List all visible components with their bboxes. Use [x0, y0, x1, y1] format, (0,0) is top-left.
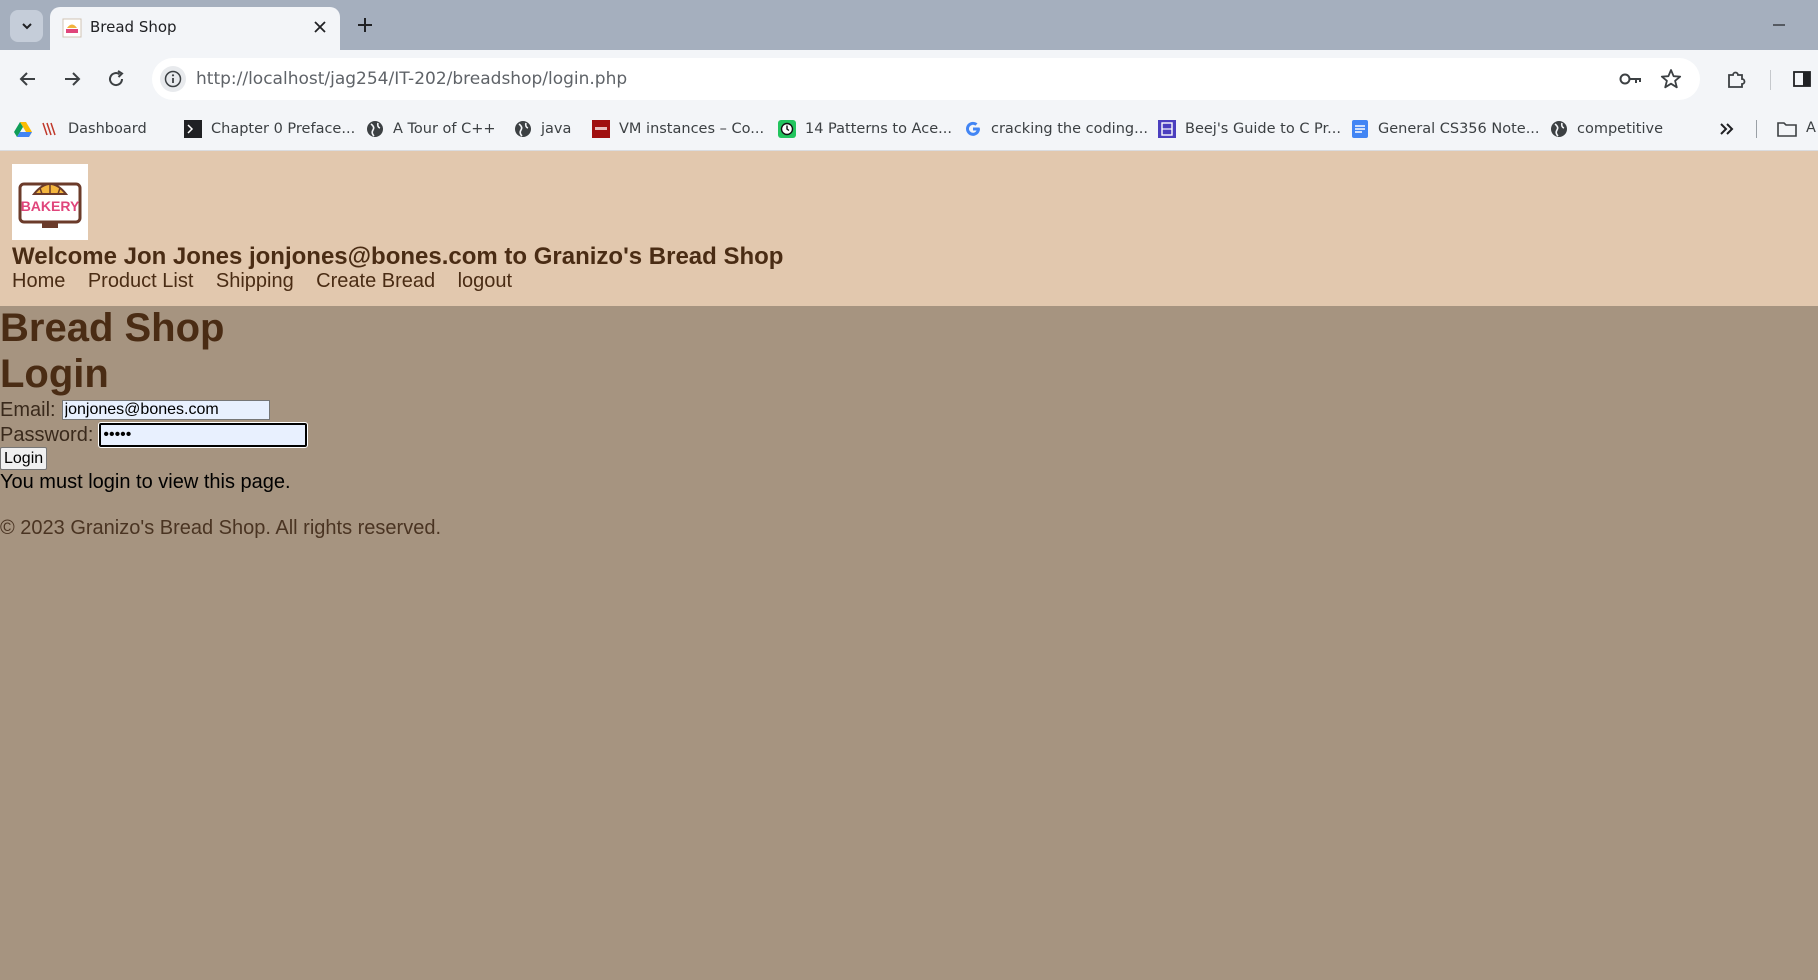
- login-required-message: You must login to view this page.: [0, 471, 291, 493]
- address-bar[interactable]: http://localhost/jag254/IT-202/breadshop…: [152, 58, 1700, 100]
- logo-text: BAKERY: [21, 198, 80, 214]
- side-panel-icon: [1793, 71, 1811, 87]
- bookmark-cracking-the-coding[interactable]: cracking the coding...: [964, 117, 1148, 141]
- bookmark-dashboard[interactable]: Dashboard: [14, 117, 147, 141]
- page-body: Bread Shop Login Email: Password: Login …: [0, 306, 1818, 980]
- globe-icon: [366, 120, 384, 138]
- close-icon: [314, 21, 326, 33]
- page-title: Bread Shop: [0, 306, 225, 350]
- login-button[interactable]: Login: [0, 447, 48, 470]
- password-field[interactable]: [98, 422, 309, 448]
- reload-button[interactable]: [100, 63, 132, 95]
- bookmark-14-patterns[interactable]: 14 Patterns to Ace...: [778, 117, 952, 141]
- chevron-down-icon: [21, 23, 32, 30]
- bookmark-label: A Tour of C++: [393, 121, 496, 137]
- copyright-footer: © 2023 Granizo's Bread Shop. All rights …: [0, 517, 442, 539]
- forward-button[interactable]: [56, 63, 88, 95]
- google-icon: [964, 120, 982, 138]
- bookmark-tour-of-cpp[interactable]: A Tour of C++: [366, 117, 496, 141]
- bookmark-cs356-notes[interactable]: General CS356 Note...: [1351, 117, 1540, 141]
- bookmarks-folder-label[interactable]: A: [1806, 120, 1816, 136]
- password-row: Password:: [0, 422, 309, 448]
- star-icon: [1660, 69, 1682, 89]
- tab-search-button[interactable]: [10, 10, 43, 42]
- arrow-left-icon: [19, 72, 35, 86]
- new-tab-button[interactable]: [352, 12, 378, 38]
- bookmark-vm-instances[interactable]: VM instances – Co...: [592, 117, 764, 141]
- doc-icon: [1351, 120, 1369, 138]
- bookmark-label: Beej's Guide to C Pr...: [1185, 121, 1342, 137]
- bookmark-label: java: [541, 121, 572, 137]
- bookmark-label: VM instances – Co...: [619, 121, 765, 137]
- njit-icon: [592, 120, 610, 138]
- bookmark-chapter-0[interactable]: Chapter 0 Preface...: [184, 117, 355, 141]
- terminal-icon: [184, 120, 202, 138]
- email-field[interactable]: [61, 400, 270, 420]
- password-label: Password:: [0, 423, 94, 446]
- bookmark-star-button[interactable]: [1658, 67, 1684, 91]
- nav-create-bread-link[interactable]: Create Bread: [316, 270, 435, 292]
- key-icon: [1619, 73, 1641, 85]
- email-label: Email:: [0, 398, 56, 421]
- info-icon: [164, 70, 182, 88]
- browser-tab[interactable]: Bread Shop: [50, 7, 340, 50]
- bookmark-competitive[interactable]: competitive: [1550, 117, 1663, 141]
- bookmark-label: Chapter 0 Preface...: [211, 121, 356, 137]
- main-nav: Home Product List Shipping Create Bread …: [12, 270, 530, 293]
- folder-icon: [1777, 122, 1797, 137]
- bakery-logo: BAKERY: [12, 164, 88, 240]
- bookmarks-divider: [1756, 120, 1757, 138]
- more-bookmarks-button[interactable]: [1714, 117, 1740, 141]
- bookmark-java[interactable]: java: [514, 117, 571, 141]
- url-text: http://localhost/jag254/IT-202/breadshop…: [196, 69, 628, 89]
- double-chevron-right-icon: [1720, 123, 1734, 135]
- bookmark-label: Dashboard: [68, 121, 147, 137]
- bookmark-label: competitive: [1577, 121, 1664, 137]
- bookmark-label: 14 Patterns to Ace...: [805, 121, 952, 137]
- site-header: BAKERY Welcome Jon Jones jonjones@bones.…: [0, 151, 1818, 306]
- globe-icon: [1550, 120, 1568, 138]
- arrow-right-icon: [65, 72, 81, 86]
- globe-icon: [514, 120, 532, 138]
- back-button[interactable]: [12, 63, 44, 95]
- minimize-window-button[interactable]: [1764, 12, 1794, 38]
- google-drive-icon: [14, 120, 32, 138]
- tab-title: Bread Shop: [90, 18, 177, 36]
- njit-dashboard-icon: [41, 120, 59, 138]
- plus-icon: [358, 18, 372, 32]
- nav-home-link[interactable]: Home: [12, 270, 65, 292]
- bookmark-beejs-guide[interactable]: Beej's Guide to C Pr...: [1158, 117, 1341, 141]
- close-tab-button[interactable]: [310, 17, 330, 37]
- email-row: Email:: [0, 397, 270, 423]
- bakery-favicon-icon: [62, 18, 82, 38]
- nav-product-list-link[interactable]: Product List: [88, 270, 194, 292]
- tab-strip: Bread Shop: [0, 0, 1818, 50]
- extensions-button[interactable]: [1722, 65, 1750, 93]
- password-manager-button[interactable]: [1618, 68, 1644, 90]
- side-panel-button[interactable]: [1788, 65, 1816, 93]
- login-heading: Login: [0, 352, 109, 396]
- bookmark-label: General CS356 Note...: [1378, 121, 1540, 137]
- clock-icon: [778, 120, 796, 138]
- book-icon: [1158, 120, 1176, 138]
- minimize-icon: [1773, 24, 1785, 26]
- bookmarks-folder-button[interactable]: [1776, 119, 1798, 139]
- bookmark-label: cracking the coding...: [991, 121, 1148, 137]
- welcome-message: Welcome Jon Jones jonjones@bones.com to …: [12, 243, 784, 270]
- reload-icon: [109, 70, 124, 87]
- browser-toolbar: http://localhost/jag254/IT-202/breadshop…: [0, 50, 1818, 108]
- site-info-button[interactable]: [160, 66, 186, 92]
- nav-logout-link[interactable]: logout: [458, 270, 513, 292]
- nav-shipping-link[interactable]: Shipping: [216, 270, 294, 292]
- toolbar-divider: [1770, 70, 1771, 90]
- bookmarks-bar: Dashboard Chapter 0 Preface... A Tour of…: [0, 108, 1818, 151]
- puzzle-icon: [1728, 71, 1746, 88]
- bakery-logo-image: BAKERY: [18, 182, 82, 228]
